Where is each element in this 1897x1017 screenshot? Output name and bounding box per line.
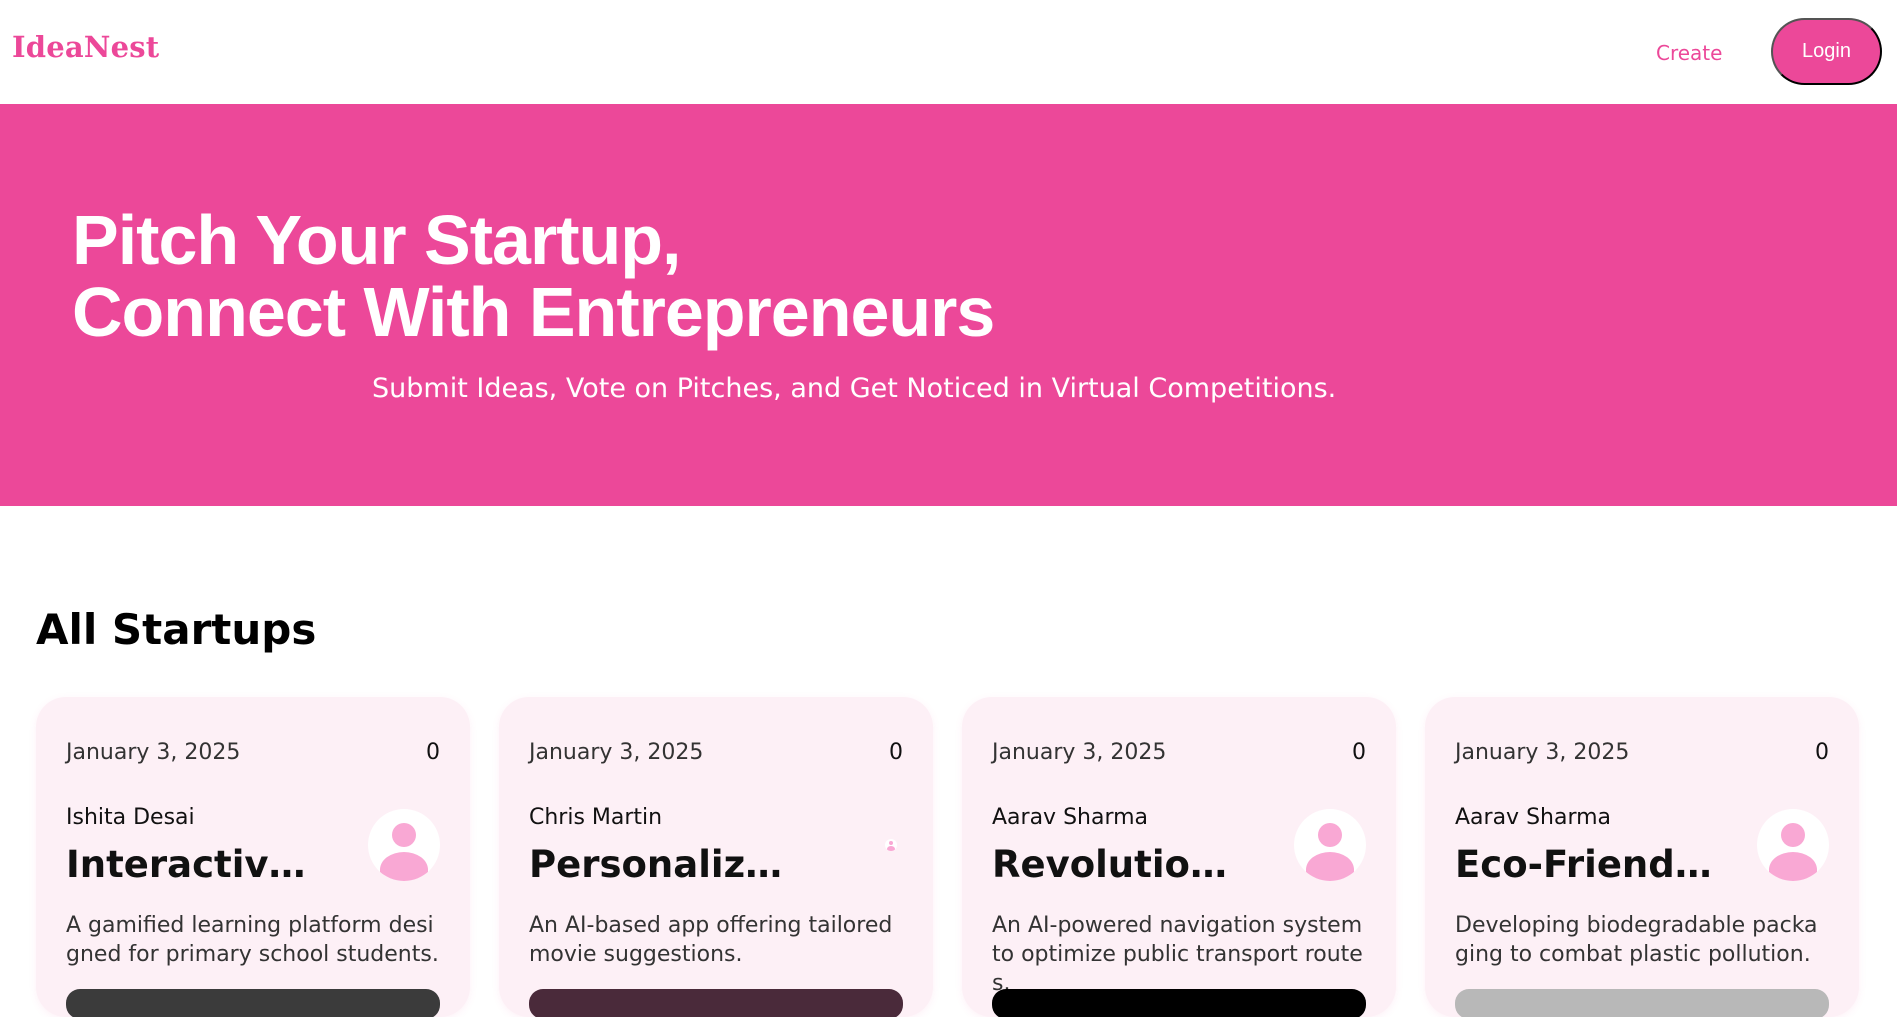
- card-vote-count: 0: [1815, 740, 1829, 765]
- user-avatar-icon[interactable]: [1757, 809, 1829, 881]
- card-date: January 3, 2025: [66, 740, 241, 765]
- card-title[interactable]: Personalized...: [529, 843, 789, 886]
- card-description: A gamified learning platform designed fo…: [66, 913, 439, 967]
- avatar-head-shape: [1780, 822, 1806, 848]
- card-description: An AI-powered navigation system to optim…: [992, 913, 1363, 996]
- card-author[interactable]: Ishita Desai: [66, 805, 195, 830]
- avatar-head-shape: [888, 841, 894, 846]
- card-author[interactable]: Aarav Sharma: [1455, 805, 1611, 830]
- logo[interactable]: IdeaNest: [12, 30, 159, 64]
- avatar-body-shape: [379, 852, 429, 881]
- avatar-body-shape: [886, 846, 896, 851]
- startup-card[interactable]: January 3, 2025 0 Aarav Sharma Revolutio…: [962, 697, 1396, 1017]
- card-title[interactable]: Interactive...: [66, 843, 326, 886]
- avatar-head-shape: [1317, 822, 1343, 848]
- card-title[interactable]: Revolutionizi...: [992, 843, 1252, 886]
- avatar-body-shape: [1305, 852, 1355, 881]
- card-vote-count: 0: [426, 740, 440, 765]
- section-title: All Startups: [36, 605, 317, 654]
- card-author[interactable]: Aarav Sharma: [992, 805, 1148, 830]
- card-image[interactable]: [992, 989, 1366, 1017]
- card-description: Developing biodegradable packaging to co…: [1455, 913, 1818, 967]
- card-vote-count: 0: [889, 740, 903, 765]
- card-author[interactable]: Chris Martin: [529, 805, 662, 830]
- card-date: January 3, 2025: [1455, 740, 1630, 765]
- card-date: January 3, 2025: [992, 740, 1167, 765]
- card-title[interactable]: Eco-Friendly...: [1455, 843, 1715, 886]
- navbar: IdeaNest Create Login: [0, 0, 1897, 104]
- hero-title-line-2: Connect With Entrepreneurs: [72, 273, 995, 351]
- card-image[interactable]: [66, 989, 440, 1017]
- card-date: January 3, 2025: [529, 740, 704, 765]
- hero-banner: Pitch Your Startup, Connect With Entrepr…: [0, 104, 1897, 506]
- startup-card-grid: January 3, 2025 0 Ishita Desai Interacti…: [36, 697, 1861, 1017]
- user-avatar-icon[interactable]: [368, 809, 440, 881]
- create-link[interactable]: Create: [1656, 41, 1722, 65]
- startup-card[interactable]: January 3, 2025 0 Aarav Sharma Eco-Frien…: [1425, 697, 1859, 1017]
- avatar-head-shape: [391, 822, 417, 848]
- hero-title: Pitch Your Startup, Connect With Entrepr…: [72, 201, 995, 351]
- card-description: An AI-based app offering tailored movie …: [529, 913, 893, 967]
- startup-card[interactable]: January 3, 2025 0 Ishita Desai Interacti…: [36, 697, 470, 1017]
- hero-subtitle: Submit Ideas, Vote on Pitches, and Get N…: [372, 373, 1337, 404]
- card-image[interactable]: [529, 989, 903, 1017]
- card-vote-count: 0: [1352, 740, 1366, 765]
- login-button[interactable]: Login: [1771, 18, 1882, 85]
- user-avatar-icon[interactable]: [1294, 809, 1366, 881]
- hero-title-line-1: Pitch Your Startup,: [72, 201, 681, 279]
- card-image[interactable]: [1455, 989, 1829, 1017]
- avatar-body-shape: [1768, 852, 1818, 881]
- user-avatar-icon[interactable]: [885, 839, 897, 851]
- startup-card[interactable]: January 3, 2025 0 Chris Martin Personali…: [499, 697, 933, 1017]
